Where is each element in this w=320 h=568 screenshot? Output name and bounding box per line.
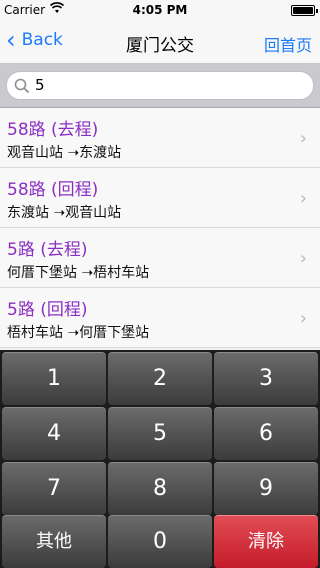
route-name: 58路 (去程): [7, 120, 99, 140]
chevron-right-icon: ›: [299, 188, 307, 209]
key-6[interactable]: 6: [214, 407, 318, 460]
battery-icon: [291, 5, 318, 16]
route-stops: 东渡站 ➝观音山站: [7, 205, 122, 221]
navigation-bar: ‹ Back 厦门公交 回首页: [0, 20, 320, 64]
key-8[interactable]: 8: [108, 462, 212, 515]
chevron-right-icon: ›: [299, 308, 307, 329]
back-label: Back: [21, 30, 63, 50]
key-1[interactable]: 1: [2, 352, 106, 405]
chevron-right-icon: ›: [299, 128, 307, 149]
route-name: 5路 (回程): [7, 300, 88, 320]
search-value: 5: [35, 76, 45, 94]
key-4[interactable]: 4: [2, 407, 106, 460]
route-name: 58路 (回程): [7, 180, 99, 200]
route-stops: 梧村车站 ➝何厝下堡站: [7, 325, 150, 341]
chevron-left-icon: ‹: [6, 26, 16, 54]
key-0[interactable]: 0: [108, 515, 212, 568]
key-3[interactable]: 3: [214, 352, 318, 405]
key-5[interactable]: 5: [108, 407, 212, 460]
key-2[interactable]: 2: [108, 352, 212, 405]
key-other[interactable]: 其他: [2, 515, 106, 568]
chevron-right-icon: ›: [299, 248, 307, 269]
list-item[interactable]: 58路 (回程) 东渡站 ➝观音山站 ›: [0, 168, 320, 228]
clock: 4:05 PM: [132, 3, 188, 17]
search-bar: 5: [0, 64, 320, 108]
search-input[interactable]: 5: [6, 71, 314, 100]
route-name: 5路 (去程): [7, 240, 88, 260]
clear-button[interactable]: 清除: [214, 515, 318, 568]
route-stops: 何厝下堡站 ➝梧村车站: [7, 265, 150, 281]
list-item[interactable]: 5路 (去程) 何厝下堡站 ➝梧村车站 ›: [0, 228, 320, 288]
key-7[interactable]: 7: [2, 462, 106, 515]
list-item[interactable]: 5路 (回程) 梧村车站 ➝何厝下堡站 ›: [0, 288, 320, 348]
back-button[interactable]: ‹ Back: [6, 26, 63, 54]
search-icon: [14, 78, 30, 94]
list-item[interactable]: 58路 (去程) 观音山站 ➝东渡站 ›: [0, 108, 320, 168]
key-9[interactable]: 9: [214, 462, 318, 515]
route-list: 58路 (去程) 观音山站 ➝东渡站 › 58路 (回程) 东渡站 ➝观音山站 …: [0, 108, 320, 348]
number-keypad: 1 2 3 4 5 6 7 8 9 其他 0 清除: [0, 350, 320, 568]
home-button[interactable]: 回首页: [264, 32, 312, 56]
route-stops: 观音山站 ➝东渡站: [7, 145, 122, 161]
status-bar: Carrier 4:05 PM: [0, 0, 320, 20]
